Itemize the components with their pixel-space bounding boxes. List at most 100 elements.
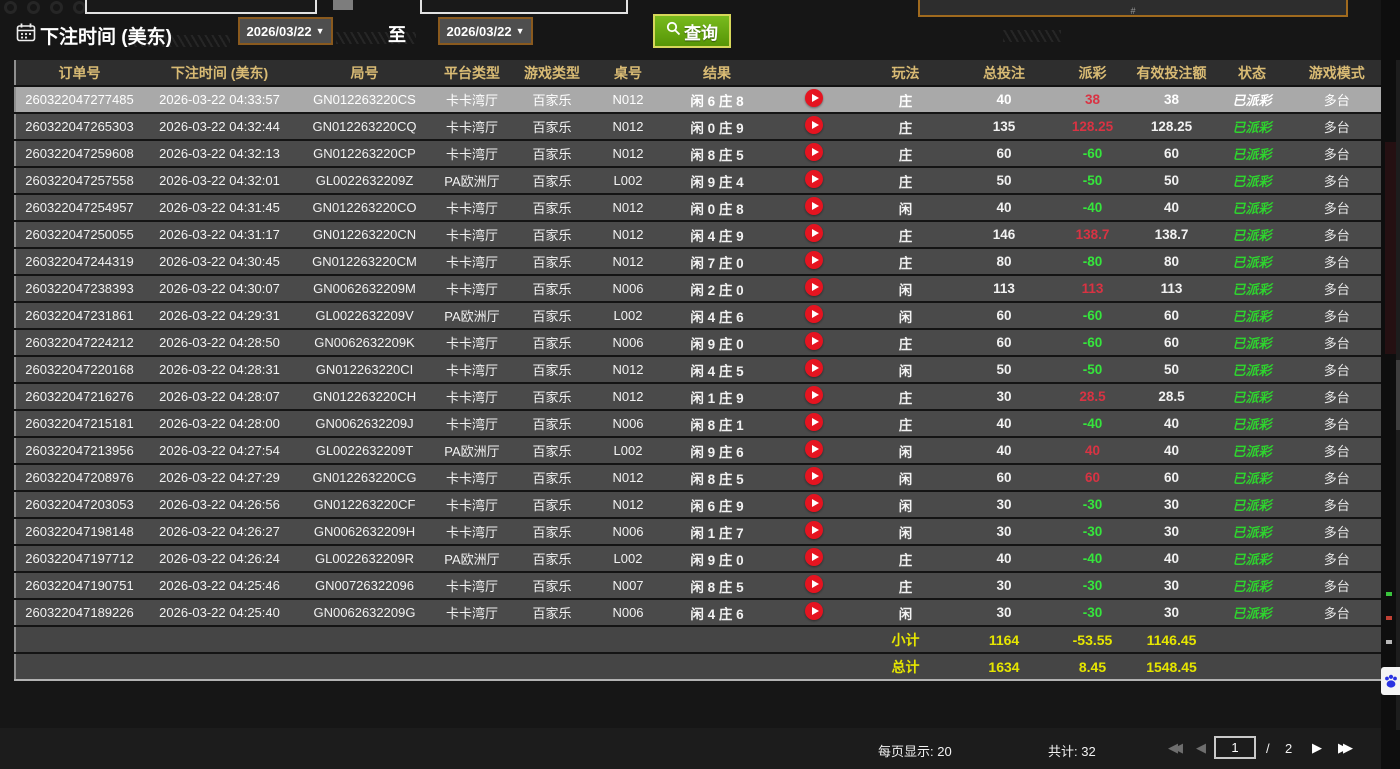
cell-result: 闲 8 庄 5 (663, 464, 771, 491)
table-row[interactable]: 260322047213956 2026-03-22 04:27:54 GL00… (15, 437, 1381, 464)
play-video-icon[interactable] (805, 386, 823, 404)
play-video-icon[interactable] (805, 143, 823, 161)
table-row[interactable]: 260322047257558 2026-03-22 04:32:01 GL00… (15, 167, 1381, 194)
chevron-down-icon: ▼ (316, 26, 325, 36)
play-video-icon[interactable] (805, 224, 823, 242)
browser-paw-overlay-button[interactable] (1381, 667, 1400, 695)
cell-round-number: GN012263220CH (296, 383, 433, 410)
cell-bet-time: 2026-03-22 04:26:56 (143, 491, 296, 518)
play-video-icon[interactable] (805, 251, 823, 269)
table-row[interactable]: 260322047250055 2026-03-22 04:31:17 GN01… (15, 221, 1381, 248)
cell-valid-bet: 138.7 (1132, 221, 1211, 248)
table-row[interactable]: 260322047254957 2026-03-22 04:31:45 GN01… (15, 194, 1381, 221)
cell-platform: 卡卡湾厅 (433, 221, 511, 248)
play-video-icon[interactable] (805, 440, 823, 458)
cell-video (771, 518, 856, 545)
play-video-icon[interactable] (805, 116, 823, 134)
table-row[interactable]: 260322047224212 2026-03-22 04:28:50 GN00… (15, 329, 1381, 356)
cell-video (771, 140, 856, 167)
col-header-table-no: 桌号 (593, 60, 663, 86)
play-video-icon[interactable] (805, 89, 823, 107)
paw-icon (1383, 672, 1399, 690)
play-video-icon[interactable] (805, 602, 823, 620)
cell-game-mode: 多台 (1293, 302, 1381, 329)
cell-status-badge: 已派彩 (1211, 410, 1293, 437)
last-page-button[interactable]: ▶▶ (1338, 740, 1353, 756)
table-row[interactable]: 260322047244319 2026-03-22 04:30:45 GN01… (15, 248, 1381, 275)
play-video-icon[interactable] (805, 359, 823, 377)
prev-page-button[interactable]: ◀ (1196, 740, 1206, 756)
from-date-select[interactable]: 2026/03/22 ▼ (238, 17, 333, 45)
to-date-select[interactable]: 2026/03/22 ▼ (438, 17, 533, 45)
cell-video (771, 86, 856, 113)
first-page-button[interactable]: ◀◀ (1168, 740, 1183, 756)
cell-table-number: N012 (593, 221, 663, 248)
cell-platform: PA欧洲厅 (433, 302, 511, 329)
next-page-button[interactable]: ▶ (1312, 740, 1322, 756)
table-row[interactable]: 260322047277485 2026-03-22 04:33:57 GN01… (15, 86, 1381, 113)
cell-payout: -30 (1053, 599, 1132, 626)
cell-platform: 卡卡湾厅 (433, 599, 511, 626)
cell-game-type: 百家乐 (511, 491, 593, 518)
cell-video (771, 329, 856, 356)
table-row[interactable]: 260322047220168 2026-03-22 04:28:31 GN01… (15, 356, 1381, 383)
cell-valid-bet: 40 (1132, 194, 1211, 221)
page-number-input[interactable] (1214, 736, 1256, 759)
table-row[interactable]: 260322047259608 2026-03-22 04:32:13 GN01… (15, 140, 1381, 167)
cell-bet-time: 2026-03-22 04:27:54 (143, 437, 296, 464)
cell-game-mode: 多台 (1293, 167, 1381, 194)
cell-payout: -60 (1053, 140, 1132, 167)
play-video-icon[interactable] (805, 575, 823, 593)
play-video-icon[interactable] (805, 467, 823, 485)
cell-total-bet: 40 (955, 86, 1053, 113)
table-row[interactable]: 260322047190751 2026-03-22 04:25:46 GN00… (15, 572, 1381, 599)
cell-table-number: N007 (593, 572, 663, 599)
play-video-icon[interactable] (805, 521, 823, 539)
table-row[interactable]: 260322047203053 2026-03-22 04:26:56 GN01… (15, 491, 1381, 518)
cell-payout: 138.7 (1053, 221, 1132, 248)
play-video-icon[interactable] (805, 197, 823, 215)
play-video-icon[interactable] (805, 548, 823, 566)
cell-valid-bet: 38 (1132, 86, 1211, 113)
cell-bet-time: 2026-03-22 04:26:27 (143, 518, 296, 545)
scrollbar[interactable] (1396, 60, 1400, 730)
table-row[interactable]: 260322047238393 2026-03-22 04:30:07 GN00… (15, 275, 1381, 302)
cell-result: 闲 6 庄 9 (663, 491, 771, 518)
table-row[interactable]: 260322047198148 2026-03-22 04:26:27 GN00… (15, 518, 1381, 545)
play-video-icon[interactable] (805, 332, 823, 350)
cell-result: 闲 9 庄 0 (663, 545, 771, 572)
cell-play-type: 庄 (856, 545, 955, 572)
cell-status-badge: 已派彩 (1211, 113, 1293, 140)
play-video-icon[interactable] (805, 278, 823, 296)
play-video-icon[interactable] (805, 494, 823, 512)
table-row[interactable]: 260322047189226 2026-03-22 04:25:40 GN00… (15, 599, 1381, 626)
cell-bet-time: 2026-03-22 04:30:45 (143, 248, 296, 275)
cell-play-type: 庄 (856, 140, 955, 167)
cell-result: 闲 4 庄 6 (663, 599, 771, 626)
cell-order-number: 260322047189226 (15, 599, 143, 626)
table-row[interactable]: 260322047208976 2026-03-22 04:27:29 GN01… (15, 464, 1381, 491)
query-button[interactable]: 查询 (653, 14, 731, 48)
table-row[interactable]: 260322047265303 2026-03-22 04:32:44 GN01… (15, 113, 1381, 140)
cell-platform: 卡卡湾厅 (433, 356, 511, 383)
cell-platform: 卡卡湾厅 (433, 113, 511, 140)
cell-result: 闲 1 庄 7 (663, 518, 771, 545)
play-video-icon[interactable] (805, 413, 823, 431)
cell-game-type: 百家乐 (511, 194, 593, 221)
cell-game-mode: 多台 (1293, 599, 1381, 626)
play-video-icon[interactable] (805, 305, 823, 323)
background-speck (1386, 592, 1392, 596)
cell-total-bet: 40 (955, 437, 1053, 464)
cell-round-number: GN0062632209K (296, 329, 433, 356)
cell-game-type: 百家乐 (511, 518, 593, 545)
table-row[interactable]: 260322047215181 2026-03-22 04:28:00 GN00… (15, 410, 1381, 437)
cell-table-number: N006 (593, 599, 663, 626)
table-row[interactable]: 260322047197712 2026-03-22 04:26:24 GL00… (15, 545, 1381, 572)
cell-valid-bet: 113 (1132, 275, 1211, 302)
pagination-bar: 每页显示: 20 共计: 32 ◀◀ ◀ / 2 ▶ ▶▶ (0, 728, 1400, 769)
play-video-icon[interactable] (805, 170, 823, 188)
cell-bet-time: 2026-03-22 04:32:44 (143, 113, 296, 140)
scrollbar-thumb[interactable] (1396, 360, 1400, 430)
table-row[interactable]: 260322047216276 2026-03-22 04:28:07 GN01… (15, 383, 1381, 410)
table-row[interactable]: 260322047231861 2026-03-22 04:29:31 GL00… (15, 302, 1381, 329)
